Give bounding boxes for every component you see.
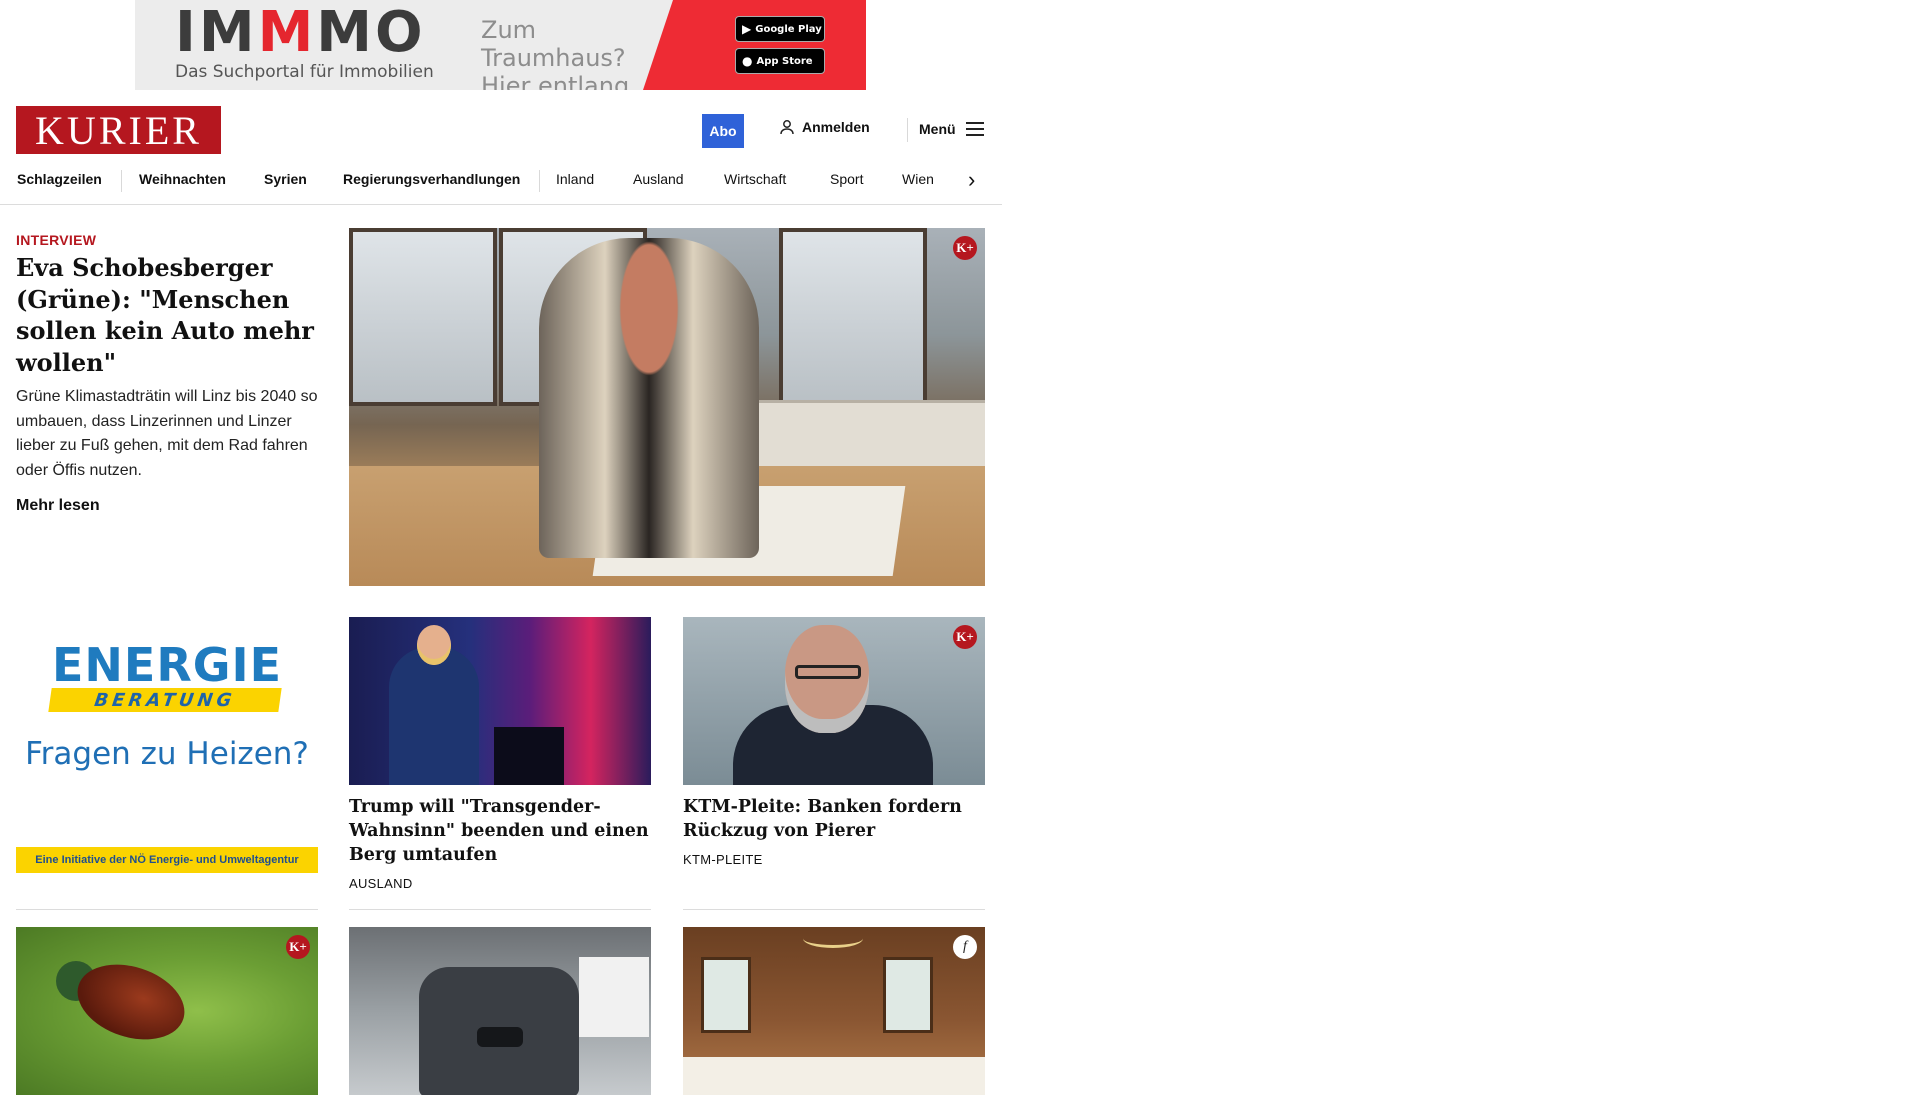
article-category: AUSLAND [349,876,413,891]
glasses [795,665,861,679]
abo-button[interactable]: Abo [702,114,744,148]
hamburger-icon [965,122,984,136]
kurier-logo[interactable]: KURIER [16,106,221,154]
showroom-wall [579,957,649,1037]
google-play-badge[interactable]: ▶ Google Play [735,16,825,42]
login-label: Anmelden [802,119,870,135]
f-badge-icon: f [953,935,977,959]
article-image: f [683,927,985,1095]
immmo-logo: IMMMO [175,2,473,64]
nav-item-syrien[interactable]: Syrien [264,171,307,187]
app-store-label: App Store [756,55,813,67]
section-nav: Schlagzeilen Weihnachten Syrien Regierun… [0,158,1002,205]
nav-item-ausland[interactable]: Ausland [633,171,684,187]
article-card-car[interactable] [349,927,651,1095]
chandelier [803,929,863,948]
immmo-subline: Das Suchportal für Immobilien [175,62,434,82]
nav-item-schlagzeilen[interactable]: Schlagzeilen [17,171,102,187]
article-image [349,617,651,785]
play-icon: ▶ [742,22,752,36]
kplus-badge-icon: K+ [953,236,977,260]
divider [349,909,651,910]
kplus-badge-icon: K+ [953,625,977,649]
article-image [349,927,651,1095]
header-divider [907,118,908,142]
car-grill [477,1027,523,1047]
lead-kicker: INTERVIEW [16,232,97,248]
beratung-logo: BERATUNG [48,688,282,712]
app-store-badge[interactable]: ● App Store [735,48,825,74]
login-button[interactable]: Anmelden [779,119,870,135]
kplus-badge-icon: K+ [286,935,310,959]
nav-item-inland[interactable]: Inland [556,171,594,187]
nav-item-wirtschaft[interactable]: Wirtschaft [724,171,786,187]
nav-item-sport[interactable]: Sport [830,171,863,187]
divider [683,909,985,910]
nav-item-weihnachten[interactable]: Weihnachten [139,171,226,187]
person [539,238,759,558]
podium [494,727,564,785]
lead-image[interactable]: K+ [349,228,985,586]
nav-item-regierungsverhandlungen[interactable]: Regierungsverhandlungen [343,171,520,187]
store-panel: ▶ Google Play ● App Store [643,0,866,90]
menu-button[interactable]: Menü [919,121,984,137]
lead-title[interactable]: Eva Schobesberger (Grüne): "Menschen sol… [16,252,316,378]
nav-divider [121,170,122,192]
energie-beratung-ad[interactable]: ENERGIE BERATUNG Fragen zu Heizen? Eine … [16,618,318,873]
article-card-beetle[interactable]: K+ [16,927,318,1095]
user-icon [780,120,794,135]
logo-part: IM [175,0,258,65]
logo-part: MO [316,0,426,65]
speaker-head [417,625,451,665]
energie-footer: Eine Initiative der NÖ Energie- und Umwe… [16,847,318,873]
article-category: KTM-PLEITE [683,852,763,867]
menu-label: Menü [919,121,956,137]
immmo-ad-banner[interactable]: IMMMO Das Suchportal für Immobilien Zum … [135,0,866,90]
apple-icon: ● [742,54,753,68]
lead-teaser: Grüne Klimastadträtin will Linz bis 2040… [16,388,318,479]
energie-question: Fragen zu Heizen? [25,736,309,772]
face [785,625,869,733]
energie-logo: ENERGIE [52,638,283,692]
dining-table [683,1057,985,1095]
article-card-restaurant[interactable]: f [683,927,985,1095]
chevron-right-icon[interactable]: › [968,167,975,193]
immmo-brand: IMMMO Das Suchportal für Immobilien [135,0,473,90]
window [883,957,933,1033]
logo-accent: M [257,0,317,65]
article-card-trump[interactable]: Trump will "Transgender-Wahnsinn" beende… [349,617,651,891]
nav-item-wien[interactable]: Wien [902,171,934,187]
article-image: K+ [16,927,318,1095]
google-play-label: Google Play [755,23,822,35]
article-image: K+ [683,617,985,785]
article-title[interactable]: KTM-Pleite: Banken fordern Rückzug von P… [683,795,985,843]
divider [16,909,318,910]
read-more-link[interactable]: Mehr lesen [16,497,100,515]
speaker [389,647,479,785]
article-title[interactable]: Trump will "Transgender-Wahnsinn" beende… [349,795,651,867]
nav-divider [539,170,540,192]
window [701,957,751,1033]
article-card-ktm[interactable]: K+ KTM-Pleite: Banken fordern Rückzug vo… [683,617,985,867]
window [779,228,927,406]
window [349,228,497,406]
